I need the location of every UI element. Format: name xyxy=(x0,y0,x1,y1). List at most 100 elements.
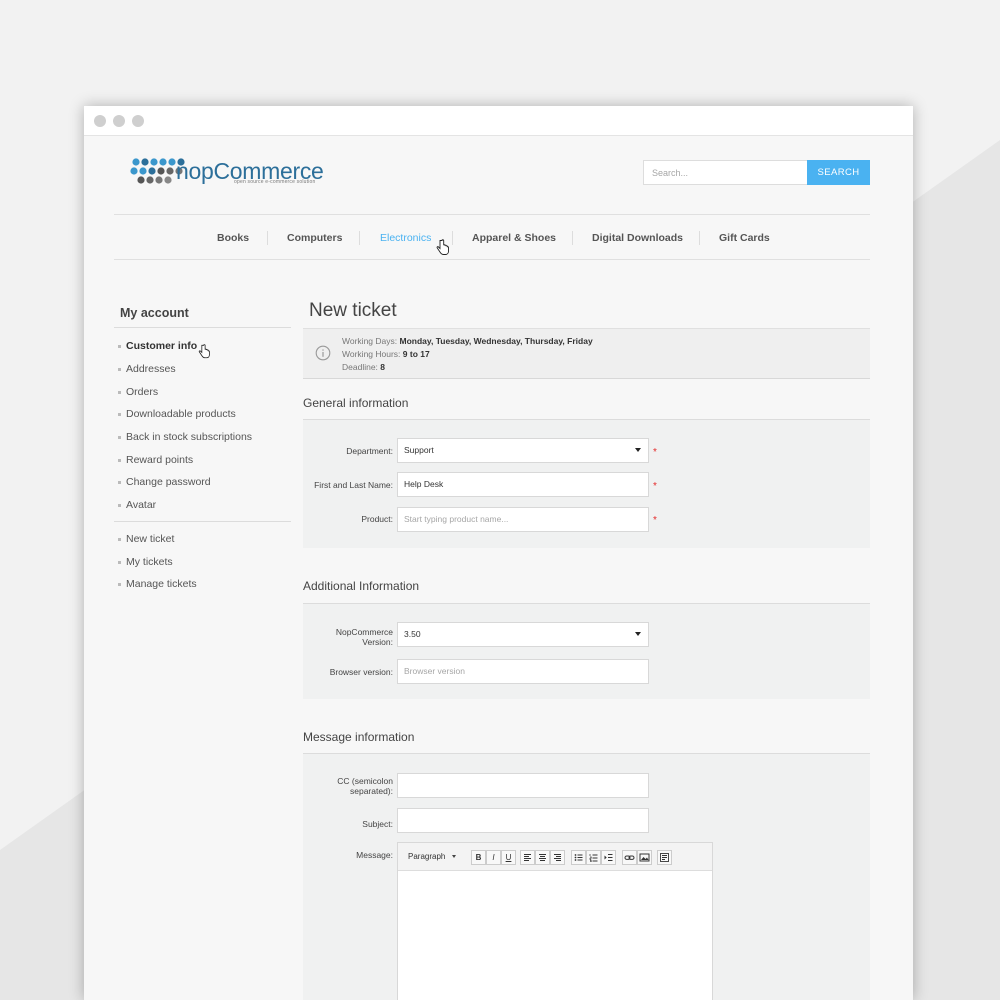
logo-dot xyxy=(132,158,140,166)
version-select[interactable]: 3.50 xyxy=(397,622,649,647)
align-right-icon[interactable] xyxy=(550,850,565,865)
nav-item-gift-cards[interactable]: Gift Cards xyxy=(719,232,770,244)
search-input[interactable] xyxy=(643,160,808,185)
top-menu: Books Computers Electronics Apparel & Sh… xyxy=(114,214,870,260)
italic-button[interactable]: I xyxy=(486,850,501,865)
department-value: Support xyxy=(404,445,434,455)
sidebar-item-my-tickets[interactable]: My tickets xyxy=(118,556,173,568)
nav-item-apparel-shoes[interactable]: Apparel & Shoes xyxy=(472,232,556,244)
sidebar-item-manage-tickets[interactable]: Manage tickets xyxy=(118,578,197,590)
chevron-down-icon xyxy=(635,632,641,636)
product-label: Product: xyxy=(361,514,393,524)
nav-separator xyxy=(267,231,268,245)
nav-separator xyxy=(572,231,573,245)
message-label: Message: xyxy=(356,850,393,860)
nav-separator xyxy=(699,231,700,245)
general-form: Department: Support * First and Last Nam… xyxy=(303,420,870,548)
sidebar-item-customer-info[interactable]: Customer info xyxy=(117,340,197,352)
department-label: Department: xyxy=(346,446,393,456)
window-dot-icon[interactable] xyxy=(94,115,106,127)
additional-section-title: Additional Information xyxy=(303,579,420,593)
sidebar-divider xyxy=(114,327,291,328)
sidebar-item-orders[interactable]: Orders xyxy=(117,386,158,398)
logo-dot xyxy=(166,167,174,175)
deadline-label: Deadline: xyxy=(342,362,378,372)
logo-dot xyxy=(155,176,163,184)
sidebar-item-avatar[interactable]: Avatar xyxy=(117,499,156,511)
department-select[interactable]: Support xyxy=(397,438,649,463)
logo-dot xyxy=(146,176,154,184)
sidebar-title: My account xyxy=(120,306,189,320)
sidebar-divider xyxy=(114,521,291,522)
logo-dot xyxy=(150,158,158,166)
nav-item-electronics[interactable]: Electronics xyxy=(380,232,431,244)
align-center-icon[interactable] xyxy=(535,850,550,865)
logo-dot xyxy=(141,158,149,166)
source-code-icon[interactable] xyxy=(657,850,672,865)
sidebar-item-downloadable-products[interactable]: Downloadable products xyxy=(118,408,236,420)
image-icon[interactable] xyxy=(637,850,652,865)
bold-button[interactable]: B xyxy=(471,850,486,865)
sidebar-item-change-password[interactable]: Change password xyxy=(118,476,211,488)
search-button[interactable]: SEARCH xyxy=(807,160,870,185)
editor-toolbar: Paragraph B I U xyxy=(398,843,712,871)
window-dot-icon[interactable] xyxy=(132,115,144,127)
name-label: First and Last Name: xyxy=(314,480,393,490)
required-mark: * xyxy=(653,515,657,526)
logo-dot xyxy=(159,158,167,166)
deadline-value: 8 xyxy=(380,362,386,372)
sidebar-item-addresses[interactable]: Addresses xyxy=(118,363,176,375)
nav-item-digital-downloads[interactable]: Digital Downloads xyxy=(592,232,683,244)
subject-input[interactable] xyxy=(397,808,649,833)
underline-button[interactable]: U xyxy=(501,850,516,865)
product-input[interactable]: Start typing product name... xyxy=(397,507,649,532)
sidebar-item-new-ticket[interactable]: New ticket xyxy=(117,533,174,545)
cc-label-line: separated): xyxy=(350,786,393,796)
subject-label: Subject: xyxy=(362,819,393,829)
nav-item-books[interactable]: Books xyxy=(217,232,249,244)
name-input[interactable]: Help Desk xyxy=(397,472,649,497)
cc-label: CC (semicolon separated): xyxy=(303,776,393,796)
sidebar-item-reward-points[interactable]: Reward points xyxy=(117,454,193,466)
additional-form: NopCommerce Version: 3.50 Browser versio… xyxy=(303,604,870,699)
indent-icon[interactable] xyxy=(601,850,616,865)
general-section-title: General information xyxy=(303,396,409,410)
browser-label: Browser version: xyxy=(329,667,393,677)
align-left-icon[interactable] xyxy=(520,850,535,865)
window-titlebar xyxy=(84,106,913,136)
message-section-title: Message information xyxy=(303,730,415,744)
required-mark: * xyxy=(653,447,657,458)
logo-dot xyxy=(139,167,147,175)
deadline-line: Deadline: 8 xyxy=(342,362,385,372)
logo-dot xyxy=(130,167,138,175)
version-value: 3.50 xyxy=(404,629,421,639)
paragraph-format-dropdown[interactable]: Paragraph xyxy=(408,852,445,861)
logo-dot xyxy=(168,158,176,166)
working-days-line: Working Days: Monday, Tuesday, Wednesday… xyxy=(342,336,593,346)
nav-item-computers[interactable]: Computers xyxy=(287,232,342,244)
browser-window: nopCommerce open source e-commerce solut… xyxy=(84,106,913,1000)
message-form: CC (semicolon separated): Subject: Messa… xyxy=(303,754,870,1000)
window-dot-icon[interactable] xyxy=(113,115,125,127)
page: nopCommerce open source e-commerce solut… xyxy=(84,136,913,1000)
version-label-line: NopCommerce xyxy=(335,627,393,637)
page-title: New ticket xyxy=(309,300,397,321)
link-icon[interactable] xyxy=(622,850,637,865)
chevron-down-icon xyxy=(635,448,641,452)
browser-input[interactable]: Browser version xyxy=(397,659,649,684)
working-info-box: Working Days: Monday, Tuesday, Wednesday… xyxy=(303,328,870,379)
logo-dot xyxy=(148,167,156,175)
info-icon xyxy=(315,345,331,361)
working-hours-label: Working Hours: xyxy=(342,349,401,359)
sidebar-item-back-in-stock[interactable]: Back in stock subscriptions xyxy=(117,431,252,443)
message-editor[interactable]: Paragraph B I U xyxy=(397,842,713,1000)
logo-subtitle: open source e-commerce solution xyxy=(234,179,316,185)
cc-input[interactable] xyxy=(397,773,649,798)
bullet-list-icon[interactable] xyxy=(571,850,586,865)
version-label: NopCommerce Version: xyxy=(303,627,393,647)
logo-dot xyxy=(157,167,165,175)
cc-label-line: CC (semicolon xyxy=(337,776,393,786)
numbered-list-icon[interactable] xyxy=(586,850,601,865)
chevron-down-icon xyxy=(452,855,456,858)
hand-cursor-icon xyxy=(198,344,210,359)
